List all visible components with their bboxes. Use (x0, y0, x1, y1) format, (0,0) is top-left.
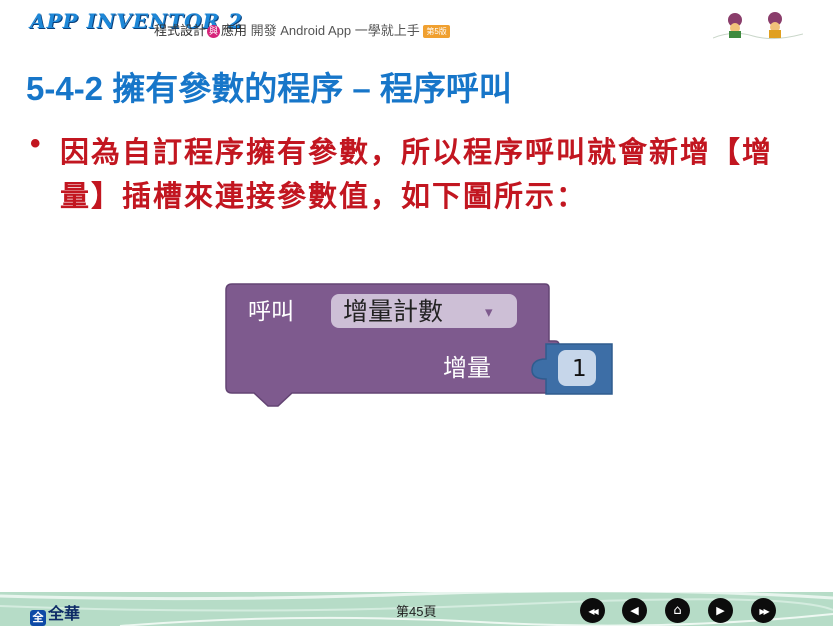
slide-title: 5-4-2 擁有參數的程序 – 程序呼叫 (26, 70, 512, 107)
publisher-name: 全華 (48, 606, 81, 623)
book-title: 程式設計與應用 開發 Android App 一學就上手 第5版 (154, 20, 450, 39)
nav-last-button[interactable]: ▶▶ (751, 598, 776, 623)
page-number: 第45頁 (396, 604, 437, 619)
number-value[interactable]: 1 (572, 356, 587, 382)
home-icon: ⌂ (673, 603, 682, 618)
and-circle: 與 (207, 25, 221, 39)
fast-forward-icon: ▶▶ (759, 607, 769, 616)
decorative-characters-icon (713, 12, 803, 40)
nav-home-button[interactable]: ⌂ (665, 598, 690, 623)
bullet-text: 因為自訂程序擁有參數，所以程序呼叫就會新增【增量】插槽來連接參數值，如下圖所示： (60, 137, 774, 213)
param-label: 增量 (443, 354, 491, 382)
nav-next-button[interactable]: ▶ (708, 598, 733, 623)
procedure-name: 增量計數 (343, 297, 443, 326)
book-subtitle: 開發 Android App 一學就上手 (247, 23, 420, 38)
edition-tag: 第5版 (423, 25, 450, 39)
publisher-brand: 全全華 (30, 600, 80, 626)
next-arrow-icon: ▶ (716, 604, 725, 617)
dropdown-arrow-icon[interactable]: ▾ (485, 303, 493, 321)
header-bar: APP INVENTOR 2 程式設計與應用 開發 Android App 一學… (0, 0, 833, 48)
nav-prev-button[interactable]: ◀ (622, 598, 647, 623)
nav-first-button[interactable]: ◀◀ (580, 598, 605, 623)
bullet-marker: • (30, 127, 41, 160)
book-title-a: 程式設計 (154, 23, 207, 38)
procedure-call-block: 呼叫 增量計數 ▾ 增量 1 (225, 283, 613, 407)
rewind-icon: ◀◀ (588, 607, 598, 616)
publisher-logo-icon: 全 (30, 610, 46, 626)
call-label: 呼叫 (248, 299, 294, 325)
book-title-b: 應用 (221, 23, 248, 38)
prev-arrow-icon: ◀ (630, 604, 639, 617)
